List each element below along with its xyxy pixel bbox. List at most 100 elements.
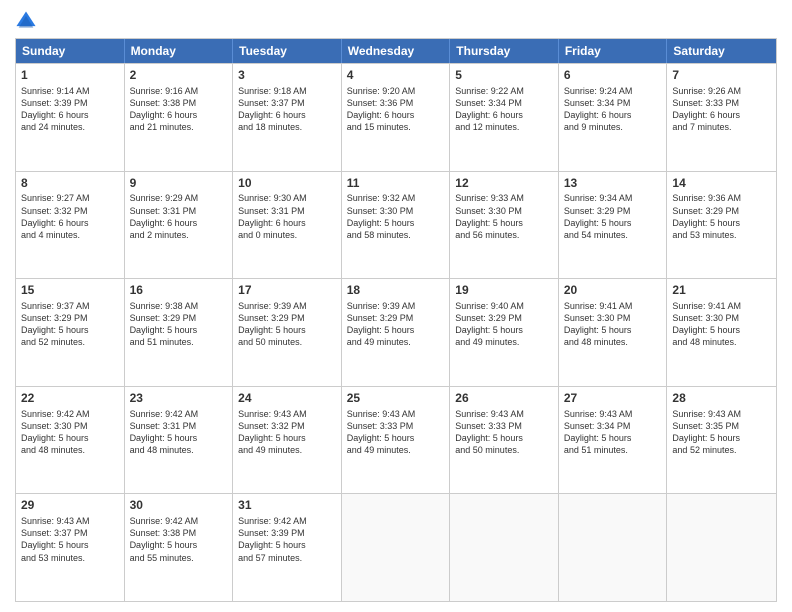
cell-info: Sunrise: 9:41 AMSunset: 3:30 PMDaylight:… [564, 300, 662, 349]
cell-info: Sunrise: 9:39 AMSunset: 3:29 PMDaylight:… [238, 300, 336, 349]
cell-info: Sunrise: 9:29 AMSunset: 3:31 PMDaylight:… [130, 192, 228, 241]
calendar-week-3: 15Sunrise: 9:37 AMSunset: 3:29 PMDayligh… [16, 278, 776, 386]
calendar-cell: 30Sunrise: 9:42 AMSunset: 3:38 PMDayligh… [125, 494, 234, 601]
cal-header-day: Wednesday [342, 39, 451, 63]
day-number: 19 [455, 282, 553, 299]
cell-info: Sunrise: 9:26 AMSunset: 3:33 PMDaylight:… [672, 85, 771, 134]
cell-info: Sunrise: 9:43 AMSunset: 3:33 PMDaylight:… [347, 408, 445, 457]
calendar-cell: 31Sunrise: 9:42 AMSunset: 3:39 PMDayligh… [233, 494, 342, 601]
calendar-cell: 12Sunrise: 9:33 AMSunset: 3:30 PMDayligh… [450, 172, 559, 279]
calendar-cell: 11Sunrise: 9:32 AMSunset: 3:30 PMDayligh… [342, 172, 451, 279]
day-number: 3 [238, 67, 336, 84]
cell-info: Sunrise: 9:43 AMSunset: 3:35 PMDaylight:… [672, 408, 771, 457]
cell-info: Sunrise: 9:43 AMSunset: 3:33 PMDaylight:… [455, 408, 553, 457]
calendar-cell: 16Sunrise: 9:38 AMSunset: 3:29 PMDayligh… [125, 279, 234, 386]
cal-header-day: Tuesday [233, 39, 342, 63]
calendar-cell: 27Sunrise: 9:43 AMSunset: 3:34 PMDayligh… [559, 387, 668, 494]
day-number: 8 [21, 175, 119, 192]
day-number: 12 [455, 175, 553, 192]
cal-header-day: Monday [125, 39, 234, 63]
day-number: 2 [130, 67, 228, 84]
cell-info: Sunrise: 9:41 AMSunset: 3:30 PMDaylight:… [672, 300, 771, 349]
day-number: 29 [21, 497, 119, 514]
calendar-cell: 1Sunrise: 9:14 AMSunset: 3:39 PMDaylight… [16, 64, 125, 171]
cell-info: Sunrise: 9:16 AMSunset: 3:38 PMDaylight:… [130, 85, 228, 134]
logo [15, 10, 41, 32]
day-number: 14 [672, 175, 771, 192]
cell-info: Sunrise: 9:42 AMSunset: 3:30 PMDaylight:… [21, 408, 119, 457]
cell-info: Sunrise: 9:42 AMSunset: 3:31 PMDaylight:… [130, 408, 228, 457]
calendar-cell: 26Sunrise: 9:43 AMSunset: 3:33 PMDayligh… [450, 387, 559, 494]
calendar-cell: 8Sunrise: 9:27 AMSunset: 3:32 PMDaylight… [16, 172, 125, 279]
day-number: 31 [238, 497, 336, 514]
calendar-cell: 10Sunrise: 9:30 AMSunset: 3:31 PMDayligh… [233, 172, 342, 279]
cell-info: Sunrise: 9:43 AMSunset: 3:32 PMDaylight:… [238, 408, 336, 457]
calendar-cell [667, 494, 776, 601]
cell-info: Sunrise: 9:24 AMSunset: 3:34 PMDaylight:… [564, 85, 662, 134]
day-number: 6 [564, 67, 662, 84]
day-number: 13 [564, 175, 662, 192]
cell-info: Sunrise: 9:42 AMSunset: 3:38 PMDaylight:… [130, 515, 228, 564]
cell-info: Sunrise: 9:22 AMSunset: 3:34 PMDaylight:… [455, 85, 553, 134]
calendar-cell [342, 494, 451, 601]
day-number: 20 [564, 282, 662, 299]
day-number: 22 [21, 390, 119, 407]
calendar-cell: 9Sunrise: 9:29 AMSunset: 3:31 PMDaylight… [125, 172, 234, 279]
day-number: 28 [672, 390, 771, 407]
cal-header-day: Saturday [667, 39, 776, 63]
calendar-cell: 15Sunrise: 9:37 AMSunset: 3:29 PMDayligh… [16, 279, 125, 386]
cell-info: Sunrise: 9:27 AMSunset: 3:32 PMDaylight:… [21, 192, 119, 241]
cal-header-day: Sunday [16, 39, 125, 63]
calendar-header: SundayMondayTuesdayWednesdayThursdayFrid… [16, 39, 776, 63]
day-number: 7 [672, 67, 771, 84]
calendar-cell: 17Sunrise: 9:39 AMSunset: 3:29 PMDayligh… [233, 279, 342, 386]
header [15, 10, 777, 32]
calendar-week-4: 22Sunrise: 9:42 AMSunset: 3:30 PMDayligh… [16, 386, 776, 494]
calendar-cell: 29Sunrise: 9:43 AMSunset: 3:37 PMDayligh… [16, 494, 125, 601]
cell-info: Sunrise: 9:30 AMSunset: 3:31 PMDaylight:… [238, 192, 336, 241]
calendar-cell: 6Sunrise: 9:24 AMSunset: 3:34 PMDaylight… [559, 64, 668, 171]
cell-info: Sunrise: 9:36 AMSunset: 3:29 PMDaylight:… [672, 192, 771, 241]
calendar-cell: 4Sunrise: 9:20 AMSunset: 3:36 PMDaylight… [342, 64, 451, 171]
cal-header-day: Thursday [450, 39, 559, 63]
calendar-cell: 24Sunrise: 9:43 AMSunset: 3:32 PMDayligh… [233, 387, 342, 494]
calendar-week-5: 29Sunrise: 9:43 AMSunset: 3:37 PMDayligh… [16, 493, 776, 601]
calendar-cell: 25Sunrise: 9:43 AMSunset: 3:33 PMDayligh… [342, 387, 451, 494]
day-number: 1 [21, 67, 119, 84]
day-number: 27 [564, 390, 662, 407]
cell-info: Sunrise: 9:34 AMSunset: 3:29 PMDaylight:… [564, 192, 662, 241]
cell-info: Sunrise: 9:20 AMSunset: 3:36 PMDaylight:… [347, 85, 445, 134]
day-number: 17 [238, 282, 336, 299]
calendar-cell: 23Sunrise: 9:42 AMSunset: 3:31 PMDayligh… [125, 387, 234, 494]
day-number: 16 [130, 282, 228, 299]
logo-icon [15, 10, 37, 32]
cell-info: Sunrise: 9:42 AMSunset: 3:39 PMDaylight:… [238, 515, 336, 564]
cell-info: Sunrise: 9:38 AMSunset: 3:29 PMDaylight:… [130, 300, 228, 349]
cell-info: Sunrise: 9:33 AMSunset: 3:30 PMDaylight:… [455, 192, 553, 241]
day-number: 9 [130, 175, 228, 192]
day-number: 26 [455, 390, 553, 407]
calendar-cell: 28Sunrise: 9:43 AMSunset: 3:35 PMDayligh… [667, 387, 776, 494]
cell-info: Sunrise: 9:43 AMSunset: 3:37 PMDaylight:… [21, 515, 119, 564]
day-number: 15 [21, 282, 119, 299]
calendar-cell: 5Sunrise: 9:22 AMSunset: 3:34 PMDaylight… [450, 64, 559, 171]
calendar: SundayMondayTuesdayWednesdayThursdayFrid… [15, 38, 777, 602]
calendar-cell: 2Sunrise: 9:16 AMSunset: 3:38 PMDaylight… [125, 64, 234, 171]
cell-info: Sunrise: 9:32 AMSunset: 3:30 PMDaylight:… [347, 192, 445, 241]
cell-info: Sunrise: 9:40 AMSunset: 3:29 PMDaylight:… [455, 300, 553, 349]
day-number: 25 [347, 390, 445, 407]
calendar-cell: 18Sunrise: 9:39 AMSunset: 3:29 PMDayligh… [342, 279, 451, 386]
cell-info: Sunrise: 9:18 AMSunset: 3:37 PMDaylight:… [238, 85, 336, 134]
day-number: 23 [130, 390, 228, 407]
calendar-cell: 22Sunrise: 9:42 AMSunset: 3:30 PMDayligh… [16, 387, 125, 494]
cell-info: Sunrise: 9:14 AMSunset: 3:39 PMDaylight:… [21, 85, 119, 134]
calendar-cell: 19Sunrise: 9:40 AMSunset: 3:29 PMDayligh… [450, 279, 559, 386]
day-number: 4 [347, 67, 445, 84]
calendar-cell: 21Sunrise: 9:41 AMSunset: 3:30 PMDayligh… [667, 279, 776, 386]
calendar-cell: 3Sunrise: 9:18 AMSunset: 3:37 PMDaylight… [233, 64, 342, 171]
calendar-cell [450, 494, 559, 601]
day-number: 18 [347, 282, 445, 299]
day-number: 24 [238, 390, 336, 407]
calendar-cell: 7Sunrise: 9:26 AMSunset: 3:33 PMDaylight… [667, 64, 776, 171]
calendar-cell [559, 494, 668, 601]
